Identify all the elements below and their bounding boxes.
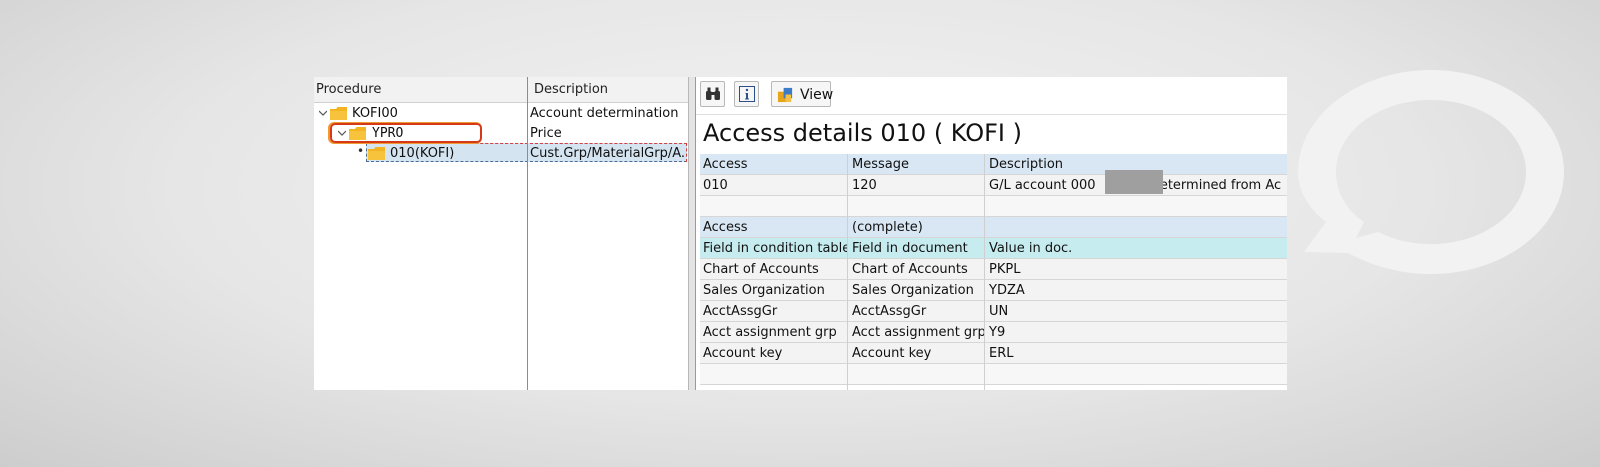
value-cell: YDZA bbox=[989, 283, 1025, 298]
condition-field-cell: Account key bbox=[703, 346, 783, 361]
chevron-down-icon[interactable] bbox=[319, 109, 327, 117]
document-field-cell: Sales Organization bbox=[852, 283, 974, 298]
procedure-column-header[interactable]: Procedure bbox=[316, 82, 381, 97]
table-row[interactable]: Chart of Accounts Chart of Accounts PKPL bbox=[700, 259, 1287, 280]
view-button-label: View bbox=[800, 87, 834, 103]
condition-field-cell: AcctAssgGr bbox=[703, 304, 778, 319]
condition-field-cell: Chart of Accounts bbox=[703, 262, 819, 277]
toolbar: View bbox=[696, 77, 1287, 115]
table-row[interactable]: Account key Account key ERL bbox=[700, 343, 1287, 364]
access-section-status: (complete) bbox=[852, 220, 923, 235]
highlight-marker bbox=[330, 123, 482, 143]
binoculars-icon bbox=[706, 87, 720, 100]
tree-node-description: Price bbox=[530, 126, 562, 141]
speech-bubble-icon bbox=[1298, 70, 1564, 274]
tree-node-label: KOFI00 bbox=[352, 106, 398, 121]
info-button[interactable] bbox=[734, 81, 759, 107]
folder-icon bbox=[368, 147, 385, 160]
procedure-tree: Procedure Description KOFI00 Account det… bbox=[314, 77, 688, 390]
redacted-block bbox=[1105, 170, 1163, 194]
pane-splitter[interactable] bbox=[688, 77, 696, 390]
tree-node-description: Cust.Grp/MaterialGrp/A... bbox=[530, 146, 686, 161]
document-field-column-header[interactable]: Field in document bbox=[852, 241, 986, 256]
value-cell: ERL bbox=[989, 346, 1014, 361]
value-cell: PKPL bbox=[989, 262, 1021, 277]
info-icon bbox=[739, 86, 755, 102]
access-section-label: Access bbox=[703, 220, 748, 235]
column-divider[interactable] bbox=[527, 77, 528, 390]
page-title: Access details 010 ( KOFI ) bbox=[703, 119, 1022, 147]
condition-field-column-header[interactable]: Field in condition table bbox=[703, 241, 847, 256]
document-field-cell: Account key bbox=[852, 346, 932, 361]
value-column-header[interactable]: Value in doc. bbox=[989, 241, 1287, 256]
tree-row-010-kofi[interactable]: • 010(KOFI) Cust.Grp/MaterialGrp/A... bbox=[314, 143, 688, 163]
tree-node-description: Account determination bbox=[530, 106, 679, 121]
value-cell: UN bbox=[989, 304, 1009, 319]
document-field-cell: AcctAssgGr bbox=[852, 304, 927, 319]
empty-row bbox=[700, 364, 1287, 385]
description-suffix: determined from Ac bbox=[1151, 178, 1282, 193]
column-divider bbox=[984, 154, 985, 390]
sap-window: Procedure Description KOFI00 Account det… bbox=[314, 77, 1287, 390]
document-field-cell: Acct assignment grp bbox=[852, 325, 986, 340]
field-header-row: Field in condition table Field in docume… bbox=[700, 238, 1287, 259]
document-field-cell: Chart of Accounts bbox=[852, 262, 968, 277]
table-row[interactable]: 010 120 G/L account 000 determined from A… bbox=[700, 175, 1287, 196]
condition-field-cell: Acct assignment grp bbox=[703, 325, 837, 340]
access-column-header[interactable]: Access bbox=[703, 157, 847, 172]
grid-header-row: Access Message Description bbox=[700, 154, 1287, 175]
view-icon bbox=[777, 87, 793, 103]
table-row[interactable]: AcctAssgGr AcctAssgGr UN bbox=[700, 301, 1287, 322]
access-details-pane: View Access details 010 ( KOFI ) Access … bbox=[696, 77, 1287, 390]
find-button[interactable] bbox=[700, 81, 725, 107]
folder-icon bbox=[330, 107, 347, 120]
value-cell: Y9 bbox=[989, 325, 1006, 340]
access-cell: 010 bbox=[703, 178, 728, 193]
table-row[interactable]: Acct assignment grp Acct assignment grp … bbox=[700, 322, 1287, 343]
bullet-icon: • bbox=[357, 144, 365, 158]
message-cell: 120 bbox=[852, 178, 877, 193]
tree-header: Procedure Description bbox=[314, 77, 688, 103]
tree-row-kofi00[interactable]: KOFI00 Account determination bbox=[314, 103, 688, 123]
empty-row bbox=[700, 196, 1287, 217]
message-column-header[interactable]: Message bbox=[852, 157, 986, 172]
table-row[interactable]: Sales Organization Sales Organization YD… bbox=[700, 280, 1287, 301]
tree-node-label: 010(KOFI) bbox=[390, 146, 455, 161]
description-column-header[interactable]: Description bbox=[534, 82, 608, 97]
column-divider bbox=[847, 154, 848, 390]
description-prefix: G/L account 000 bbox=[989, 178, 1096, 193]
condition-field-cell: Sales Organization bbox=[703, 283, 825, 298]
view-button[interactable]: View bbox=[771, 81, 834, 107]
access-section-row: Access (complete) bbox=[700, 217, 1287, 238]
